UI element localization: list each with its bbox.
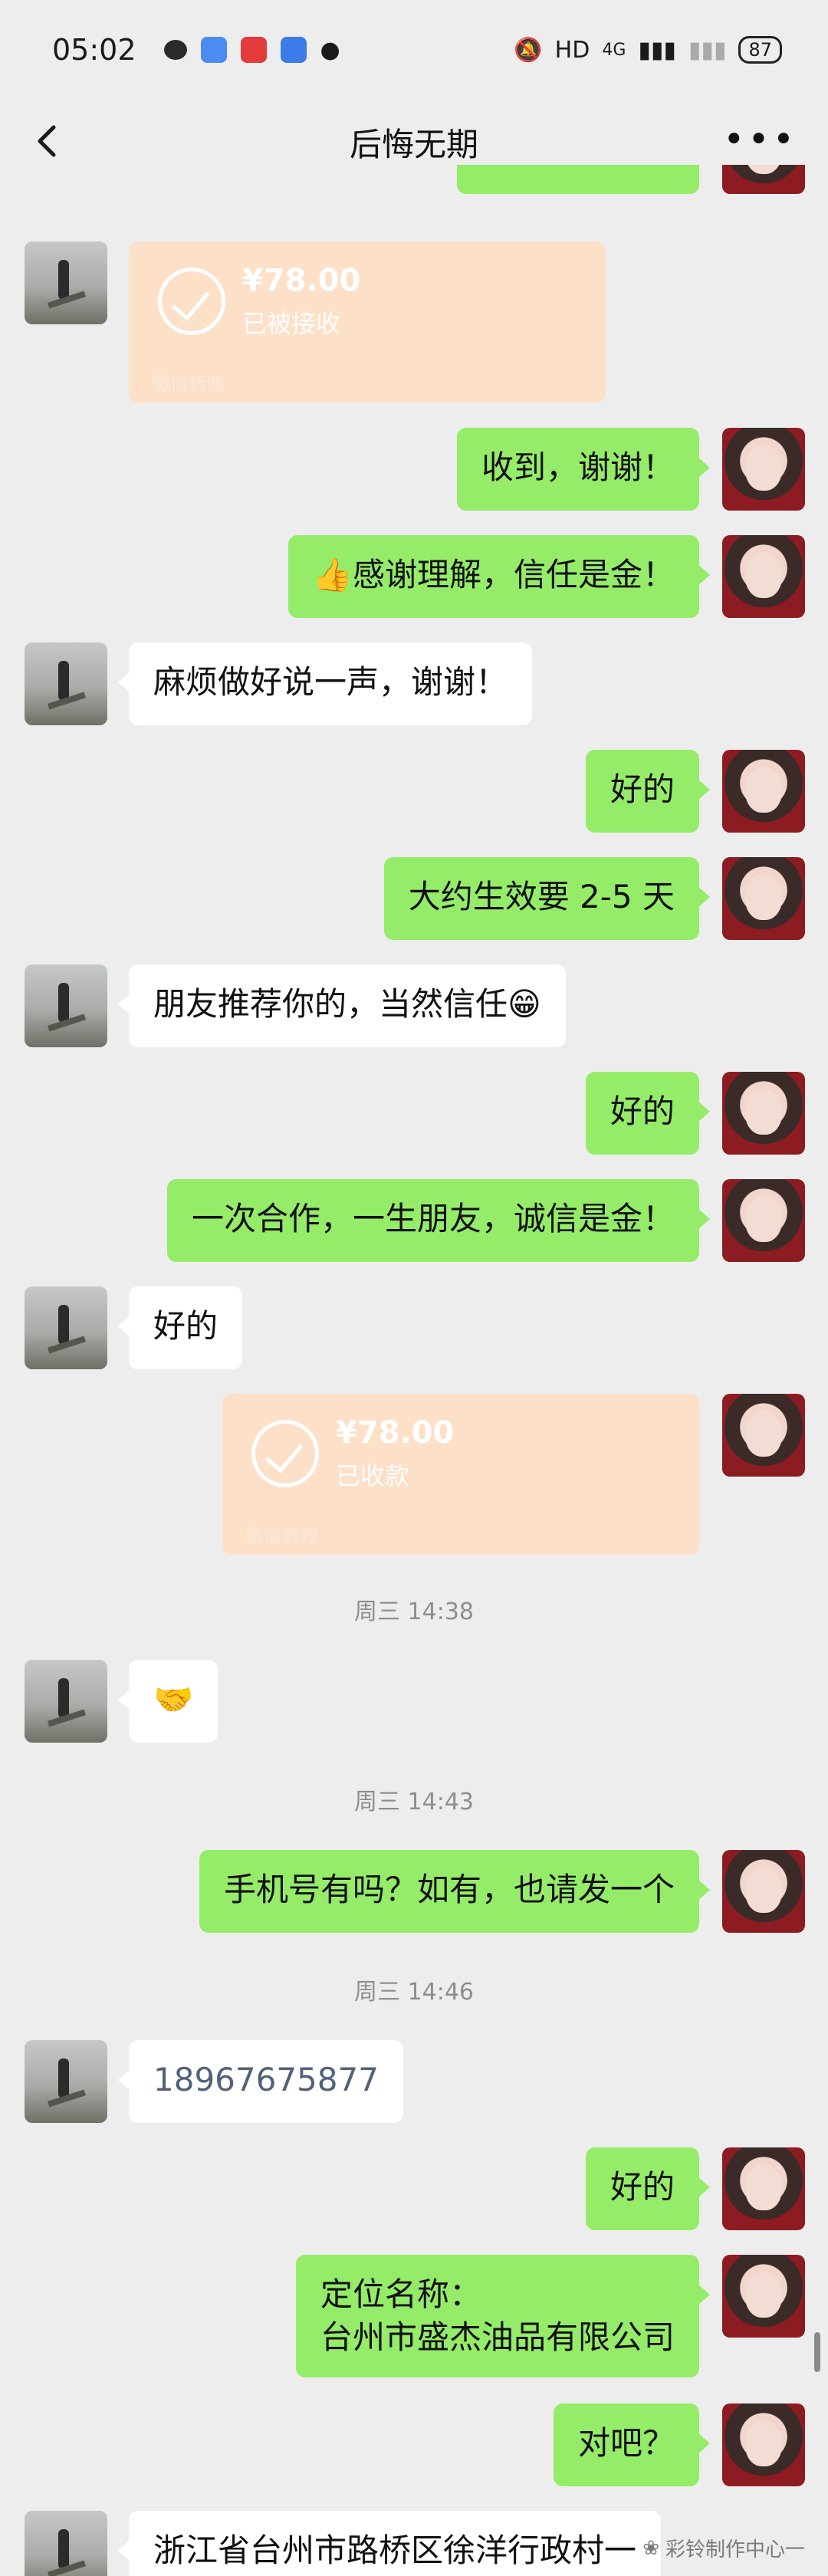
transfer-card[interactable]: ¥78.00 已收款 微信转账	[222, 1394, 699, 1555]
my-avatar[interactable]	[722, 428, 805, 511]
transfer-status: 已收款	[336, 1461, 410, 1490]
watermark: ❀ 彩铃制作中心一	[642, 2534, 805, 2562]
blue-app-icon	[280, 37, 307, 63]
my-avatar[interactable]	[722, 1072, 805, 1155]
my-avatar[interactable]	[722, 1179, 805, 1262]
timestamp: 周三 14:38	[354, 1598, 474, 1625]
hd-label: HD	[554, 36, 590, 64]
status-right: 🔕 HD 4G ▮▮▮ ▮▮▮ 87	[514, 36, 782, 64]
contact-avatar[interactable]	[25, 642, 107, 725]
my-avatar[interactable]	[722, 2255, 805, 2338]
timestamp: 周三 14:46	[354, 1979, 474, 2006]
status-bar: 05:02 ● 🔕 HD 4G ▮▮▮ ▮▮▮ 87	[0, 0, 828, 100]
transfer-amount: ¥78.00	[242, 263, 361, 298]
mute-icon: 🔕	[514, 36, 543, 64]
message-bubble[interactable]: 浙江省台州市路桥区徐洋行政村一	[117, 2511, 662, 2576]
my-avatar[interactable]	[722, 535, 805, 618]
check-circle-icon	[158, 268, 225, 335]
message-bubble[interactable]: 一次合作，一生朋友，诚信是金！	[166, 1179, 711, 1262]
more-options-icon[interactable]: •••	[723, 118, 797, 161]
battery-level: 87	[748, 39, 772, 61]
message-bubble[interactable]: 好的	[585, 750, 711, 833]
message-bubble[interactable]: 好的	[585, 1072, 711, 1155]
contact-avatar[interactable]	[25, 1286, 107, 1369]
scrollbar-thumb[interactable]	[814, 2332, 820, 2372]
contact-avatar[interactable]	[25, 1660, 107, 1743]
chat-app-icon	[200, 37, 227, 63]
signal-icon-2: ▮▮▮	[688, 36, 727, 64]
message-bubble[interactable]: 请发个红包吧	[456, 165, 699, 194]
signal-icon: ▮▮▮	[638, 36, 676, 64]
watermark-text: 彩铃制作中心一	[665, 2538, 805, 2561]
contact-avatar[interactable]	[25, 242, 107, 324]
check-circle-icon	[251, 1420, 319, 1487]
message-bubble[interactable]: 麻烦做好说一声，谢谢！	[117, 642, 533, 725]
message-bubble[interactable]: 好的	[117, 1286, 243, 1369]
back-icon[interactable]	[28, 120, 71, 163]
message-bubble[interactable]: 收到，谢谢！	[456, 428, 711, 511]
contact-avatar[interactable]	[25, 2511, 107, 2576]
my-avatar[interactable]	[722, 750, 805, 833]
timestamp: 周三 14:43	[354, 1789, 474, 1815]
contact-avatar[interactable]	[25, 2040, 107, 2123]
my-avatar[interactable]	[722, 2404, 805, 2486]
chat-list[interactable]: 请发个红包吧 ¥78.00 已被接收 微信转账 收到，谢谢！ 👍感谢理解，信任是…	[0, 165, 828, 2576]
transfer-card[interactable]: ¥78.00 已被接收 微信转账	[129, 242, 606, 402]
network-label: 4G	[602, 40, 626, 60]
status-time: 05:02	[52, 33, 136, 67]
message-bubble[interactable]: 朋友推荐你的，当然信任😁	[118, 964, 566, 1047]
my-avatar[interactable]	[722, 857, 805, 940]
message-bubble[interactable]: 大约生效要 2-5 天	[383, 857, 711, 940]
notification-icons: ●	[163, 36, 340, 64]
transfer-footer: 微信转账	[245, 1526, 319, 1547]
wechat-icon	[163, 40, 187, 60]
my-avatar[interactable]	[722, 165, 805, 194]
watermark-icon: ❀	[642, 2536, 659, 2560]
transfer-footer: 微信转账	[152, 373, 225, 395]
message-bubble[interactable]: 对吧？	[553, 2404, 711, 2486]
transfer-amount: ¥78.00	[336, 1415, 455, 1451]
more-notifications-icon: ●	[320, 36, 340, 64]
my-avatar[interactable]	[722, 2147, 805, 2230]
message-bubble[interactable]: 手机号有吗？如有，也请发一个	[199, 1850, 711, 1933]
my-avatar[interactable]	[722, 1394, 805, 1477]
message-bubble[interactable]: 好的	[585, 2147, 711, 2230]
battery-icon: 87	[738, 36, 782, 64]
chat-title: 后悔无期	[349, 125, 478, 163]
contact-avatar[interactable]	[25, 964, 107, 1047]
my-avatar[interactable]	[722, 1850, 805, 1933]
message-bubble[interactable]: 定位名称： 台州市盛杰油品有限公司	[295, 2255, 711, 2377]
phone-number-bubble[interactable]: 18967675877	[118, 2040, 403, 2123]
message-bubble[interactable]: 🤝	[117, 1660, 219, 1743]
red-app-icon	[240, 37, 267, 63]
transfer-status: 已被接收	[242, 309, 341, 338]
message-bubble[interactable]: 👍感谢理解，信任是金！	[288, 535, 711, 618]
